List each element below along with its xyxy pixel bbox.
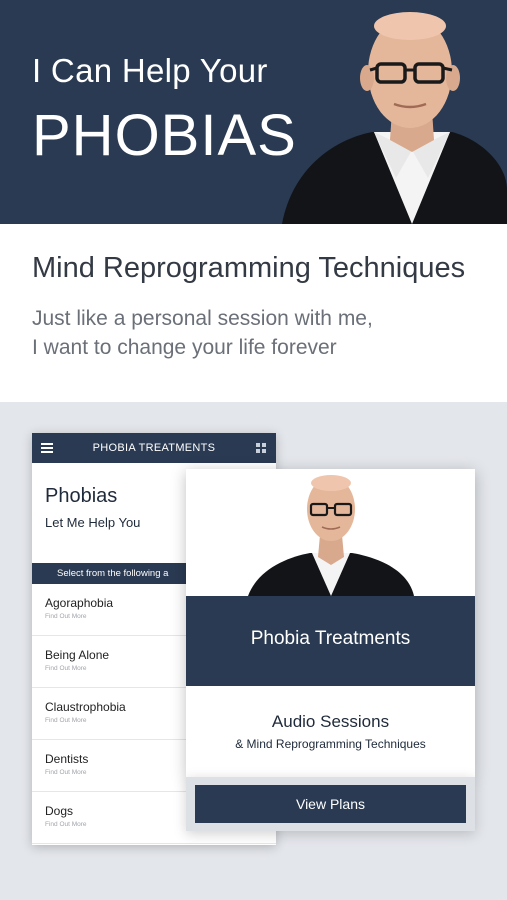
- view-plans-button[interactable]: View Plans: [195, 785, 466, 823]
- section-subtitle: Just like a personal session with me, I …: [32, 304, 373, 362]
- card-title-banner: Phobia Treatments: [186, 596, 475, 686]
- audio-sessions-title: Audio Sessions: [271, 712, 390, 731]
- subtitle-line-2: I want to change your life forever: [32, 336, 337, 359]
- section-heading: Mind Reprogramming Techniques: [32, 252, 466, 284]
- hero-tagline: I Can Help Your: [32, 52, 268, 89]
- screen-title: PHOBIA TREATMENTS: [92, 442, 216, 454]
- audio-sessions-subtitle: & Mind Reprogramming Techniques: [235, 737, 426, 751]
- app-preview-area: PHOBIA TREATMENTS Phobias Let Me Help Yo…: [0, 402, 507, 900]
- intro-section: Mind Reprogramming Techniques Just like …: [0, 224, 507, 402]
- hamburger-icon[interactable]: [41, 443, 53, 453]
- grid-icon[interactable]: [256, 443, 266, 453]
- plans-footer: View Plans: [186, 777, 475, 831]
- treatment-card: Phobia Treatments Audio Sessions & Mind …: [186, 469, 475, 777]
- hero-headline: PHOBIAS: [32, 103, 297, 168]
- screen-topbar: PHOBIA TREATMENTS: [32, 433, 276, 463]
- header-title: Phobias: [45, 485, 118, 507]
- card-photo: [186, 469, 475, 596]
- subtitle-line-1: Just like a personal session with me,: [32, 307, 373, 330]
- hero-banner: I Can Help Your PHOBIAS: [0, 0, 507, 224]
- presenter-photo: [248, 475, 414, 596]
- header-subtitle: Let Me Help You: [45, 515, 141, 530]
- presenter-portrait: [282, 12, 507, 224]
